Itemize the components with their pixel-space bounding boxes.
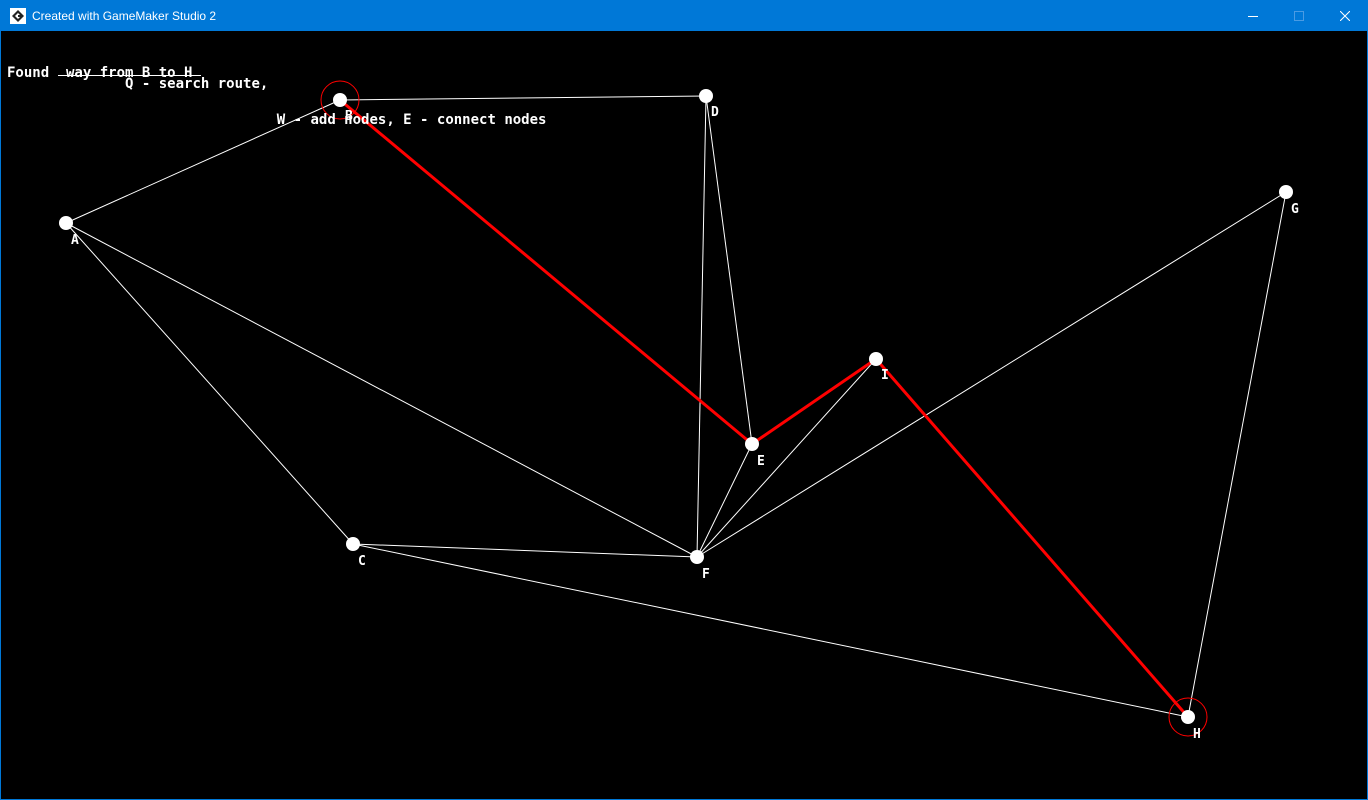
node-H[interactable] [1181, 710, 1195, 724]
edge-F-G [696, 191, 1287, 558]
edge-A-C [65, 222, 354, 545]
route-segment-I-H [874, 357, 1190, 719]
edge-D-F [696, 95, 707, 558]
node-label-E: E [757, 454, 765, 469]
node-A[interactable] [59, 216, 73, 230]
edge-G-H [1187, 191, 1287, 718]
route-segment-E-I [750, 357, 878, 446]
maximize-button[interactable] [1276, 1, 1322, 31]
node-label-C: C [358, 554, 366, 569]
node-E[interactable] [745, 437, 759, 451]
minimize-icon [1248, 16, 1258, 17]
title-bar[interactable]: Created with GameMaker Studio 2 [1, 1, 1367, 31]
node-D[interactable] [699, 89, 713, 103]
node-C[interactable] [346, 537, 360, 551]
edge-A-F [65, 222, 698, 558]
node-label-I: I [881, 368, 889, 383]
edge-D-E [705, 95, 753, 445]
node-label-D: D [711, 105, 719, 120]
node-label-H: H [1193, 727, 1201, 742]
node-G[interactable] [1279, 185, 1293, 199]
edge-C-H [352, 543, 1189, 718]
other-hints: W - add nodes, E - connect nodes [268, 112, 547, 128]
node-label-A: A [71, 233, 79, 248]
node-F[interactable] [690, 550, 704, 564]
minimize-button[interactable] [1230, 1, 1276, 31]
close-button[interactable] [1322, 1, 1368, 31]
controls-hint: Q - search route, W - add nodes, E - con… [7, 39, 546, 147]
node-label-F: F [702, 567, 710, 582]
route-segment-B-E [338, 98, 754, 446]
maximize-icon [1294, 11, 1304, 21]
edge-F-I [696, 358, 877, 558]
node-I[interactable] [869, 352, 883, 366]
window-title: Created with GameMaker Studio 2 [32, 9, 217, 23]
game-canvas[interactable]: ABCDEFGHI Q - search route, W - add node… [1, 31, 1367, 799]
node-label-G: G [1291, 202, 1299, 217]
close-icon [1340, 11, 1350, 21]
gamemaker-icon [10, 8, 26, 24]
game-window: Created with GameMaker Studio 2 ABCDEFGH… [0, 0, 1368, 800]
status-text: Found way from B to H [7, 65, 193, 81]
